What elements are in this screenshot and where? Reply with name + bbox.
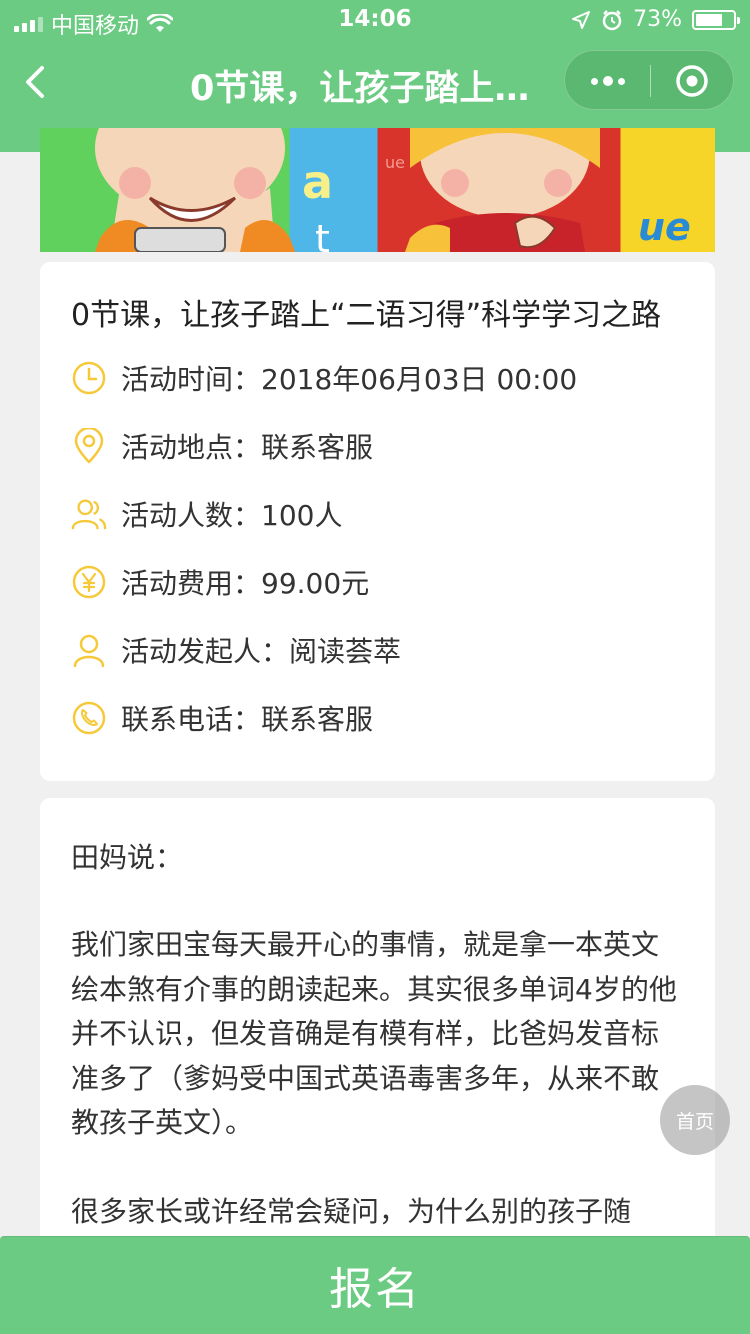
banner-illustration: a t ue ue: [95, 128, 691, 252]
info-row-fee: 活动费用 99.00元: [71, 562, 369, 602]
info-value: 阅读荟萃: [289, 635, 402, 668]
info-row-capacity: 活动人数 100人: [71, 494, 342, 534]
info-value: 99.00元: [261, 567, 370, 600]
status-right: 73%: [571, 7, 740, 32]
location-pin-icon: [71, 428, 107, 464]
svg-text:ue: ue: [385, 153, 405, 172]
nav-title: 0节课，让孩子踏上“二语习得”科学学习之路: [190, 69, 550, 109]
status-bar: 中国移动 14:06 73%: [0, 0, 750, 40]
info-value: 2018年06月03日 00:00: [261, 363, 578, 396]
capsule-divider: [650, 65, 651, 97]
home-button[interactable]: 首页: [660, 1085, 730, 1155]
info-label: 活动时间: [121, 358, 261, 398]
info-value: 100人: [261, 499, 343, 532]
yen-icon: [71, 564, 107, 600]
info-label: 活动人数: [121, 494, 261, 534]
battery-icon: [692, 9, 740, 30]
mini-program-capsule: [564, 50, 734, 110]
info-row-location: 活动地点 联系客服: [71, 426, 373, 466]
signup-button[interactable]: 报名: [0, 1236, 750, 1334]
users-icon: [71, 496, 107, 532]
close-target-icon[interactable]: [675, 64, 709, 98]
banner-image: a t ue ue: [40, 128, 715, 252]
phone-icon: [71, 700, 107, 736]
alarm-icon: [602, 9, 622, 30]
more-dots-icon[interactable]: [585, 65, 631, 97]
battery-percent: 73%: [633, 7, 682, 32]
back-arrow-icon[interactable]: [18, 62, 58, 102]
description-paragraph: 很多家长或许经常会疑问，为什么别的孩子随: [71, 1195, 632, 1228]
info-value: 联系客服: [261, 431, 374, 464]
info-value: 联系客服: [261, 703, 374, 736]
info-label: 活动发起人: [121, 630, 289, 670]
info-label: 联系电话: [121, 698, 261, 738]
svg-text:t: t: [315, 217, 330, 252]
location-arrow-icon: [572, 10, 591, 29]
svg-text:ue: ue: [638, 205, 691, 249]
info-label: 活动费用: [121, 562, 261, 602]
battery-fill: [696, 13, 722, 26]
info-label: 活动地点: [121, 426, 261, 466]
activity-title: 0节课，让孩子踏上“二语习得”科学学习之路: [71, 298, 662, 333]
clock-icon: [71, 360, 107, 396]
activity-info-card: 0节课，让孩子踏上“二语习得”科学学习之路 活动时间 2018年06月03日 0…: [40, 262, 715, 781]
description-paragraph: 田妈说：: [71, 841, 184, 874]
info-row-organizer: 活动发起人 阅读荟萃: [71, 630, 401, 670]
page: 中国移动 14:06 73% 0节课，让孩子踏上“二 a t ue ue 0节课…: [0, 0, 750, 1334]
user-icon: [71, 632, 107, 668]
svg-text:a: a: [302, 155, 333, 209]
info-row-phone: 联系电话 联系客服: [71, 698, 373, 738]
info-row-time: 活动时间 2018年06月03日 00:00: [71, 358, 577, 398]
description-paragraph: 我们家田宝每天最开心的事情，就是拿一本英文绘本煞有介事的朗读起来。其实很多单词4…: [71, 928, 677, 1139]
